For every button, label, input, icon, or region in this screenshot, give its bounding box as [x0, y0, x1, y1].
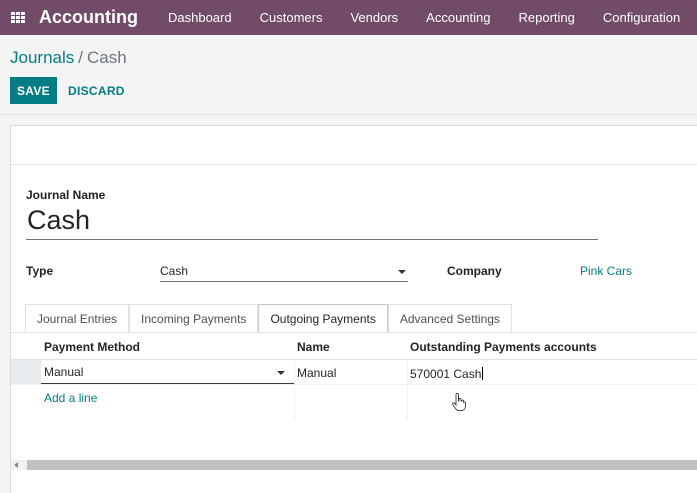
main-menu: Dashboard Customers Vendors Accounting R…	[154, 10, 694, 25]
menu-vendors[interactable]: Vendors	[336, 10, 412, 25]
breadcrumb-separator: /	[78, 48, 83, 67]
scroll-left-arrow-icon[interactable]	[14, 462, 18, 468]
payment-name-input[interactable]: Manual	[297, 366, 336, 380]
notebook-tabs: Journal Entries Incoming Payments Outgoi…	[25, 304, 512, 333]
control-panel-divider	[0, 114, 697, 115]
horizontal-scrollbar[interactable]	[11, 460, 697, 470]
statusbar-divider	[11, 164, 697, 165]
apps-grid-icon[interactable]	[11, 11, 25, 24]
column-header-outstanding-accounts[interactable]: Outstanding Payments accounts	[410, 340, 597, 354]
top-navbar: Accounting Dashboard Customers Vendors A…	[0, 0, 697, 35]
column-divider	[294, 360, 295, 420]
payment-method-select[interactable]: Manual	[41, 363, 294, 384]
breadcrumb: Journals / Cash	[10, 48, 127, 68]
discard-button[interactable]: DISCARD	[62, 77, 131, 104]
menu-accounting[interactable]: Accounting	[412, 10, 504, 25]
menu-reporting[interactable]: Reporting	[505, 10, 589, 25]
menu-configuration[interactable]: Configuration	[589, 10, 694, 25]
caret-down-icon	[398, 270, 406, 274]
column-divider	[407, 360, 408, 420]
column-header-name[interactable]: Name	[297, 340, 330, 354]
company-link[interactable]: Pink Cars	[580, 264, 632, 278]
breadcrumb-journals-link[interactable]: Journals	[10, 48, 74, 67]
caret-down-icon	[277, 371, 285, 375]
tab-outgoing-payments[interactable]: Outgoing Payments	[258, 304, 388, 333]
menu-customers[interactable]: Customers	[246, 10, 337, 25]
tab-journal-entries[interactable]: Journal Entries	[25, 304, 130, 333]
form-sheet: Journal Name Cash Type Cash Company Pink…	[10, 125, 697, 493]
payment-method-value: Manual	[44, 365, 84, 379]
hand-pointer-icon	[452, 393, 466, 411]
scrollbar-thumb[interactable]	[27, 460, 697, 470]
tabs-divider	[11, 332, 697, 333]
outstanding-account-value: 570001 Cash	[410, 367, 482, 381]
app-title[interactable]: Accounting	[39, 7, 138, 28]
tab-incoming-payments[interactable]: Incoming Payments	[129, 304, 259, 333]
outstanding-account-input[interactable]: 570001 Cash	[410, 367, 484, 381]
add-line-link[interactable]: Add a line	[44, 391, 97, 405]
company-label: Company	[447, 264, 502, 278]
tab-advanced-settings[interactable]: Advanced Settings	[387, 304, 512, 333]
text-cursor	[482, 367, 484, 380]
breadcrumb-current: Cash	[87, 48, 127, 67]
menu-dashboard[interactable]: Dashboard	[154, 10, 246, 25]
type-label: Type	[26, 264, 54, 278]
table-row-divider	[11, 384, 697, 385]
column-header-payment-method[interactable]: Payment Method	[44, 340, 140, 354]
journal-name-input[interactable]: Cash	[26, 204, 598, 240]
table-header-divider	[11, 359, 697, 360]
journal-name-label: Journal Name	[26, 188, 106, 202]
row-drag-handle[interactable]	[11, 360, 41, 384]
type-select[interactable]: Cash	[160, 262, 408, 282]
type-select-value: Cash	[160, 264, 189, 278]
save-button[interactable]: SAVE	[10, 77, 57, 104]
